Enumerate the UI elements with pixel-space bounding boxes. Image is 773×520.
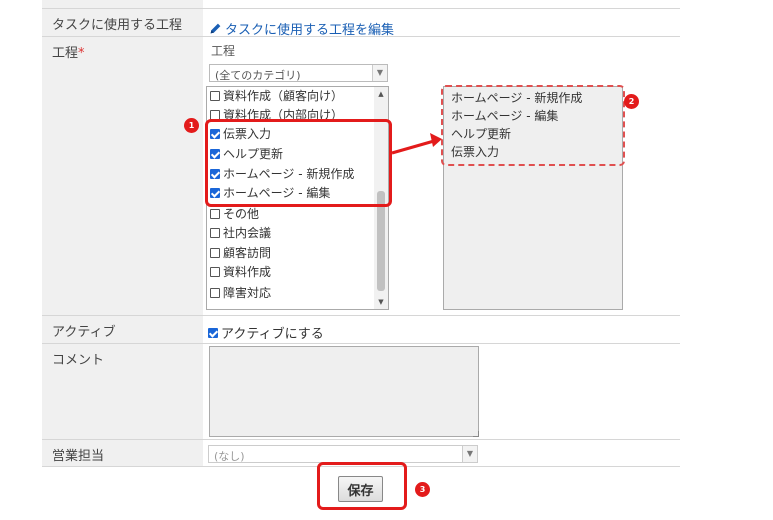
checkbox[interactable]	[210, 266, 220, 277]
active-value: アクティブにする	[203, 316, 680, 343]
process-list-scrollbar[interactable]: ▲ ▼	[374, 87, 388, 309]
task-process-row: タスクに使用する工程 タスクに使用する工程を編集	[42, 9, 680, 38]
process-sub-label: 工程	[211, 44, 236, 58]
process-list[interactable]: 資料作成（顧客向け） 資料作成（内部向け） 伝票入力 ヘルプ更新 ホームページ …	[206, 86, 389, 310]
checkbox[interactable]	[210, 168, 220, 179]
label-cell	[42, 0, 203, 8]
scrollbar-thumb[interactable]	[377, 191, 385, 291]
task-process-value: タスクに使用する工程を編集	[203, 9, 680, 38]
checkbox[interactable]	[210, 90, 220, 101]
task-process-label: タスクに使用する工程	[42, 9, 203, 36]
chevron-down-icon: ▼	[462, 446, 477, 462]
step-badge-2: 2	[624, 94, 639, 109]
checkbox[interactable]	[210, 109, 220, 120]
process-item[interactable]: 障害対応	[210, 284, 271, 301]
category-select-value: (全てのカテゴリ)	[215, 69, 301, 82]
top-row-fragment	[42, 0, 680, 9]
sales-select-value: (なし)	[214, 450, 245, 463]
checkbox[interactable]	[210, 208, 220, 219]
process-item[interactable]: ホームページ - 新規作成	[210, 165, 354, 182]
scroll-down-icon[interactable]: ▼	[374, 295, 388, 309]
process-item-label: 資料作成	[223, 265, 272, 279]
chevron-down-icon: ▼	[372, 65, 387, 81]
sales-select[interactable]: (なし) ▼	[208, 445, 478, 463]
process-item-label: ヘルプ更新	[223, 147, 284, 161]
edit-link-text: タスクに使用する工程を編集	[225, 23, 395, 38]
process-item[interactable]: 資料作成（内部向け）	[210, 106, 343, 123]
process-item[interactable]: 顧客訪問	[210, 244, 271, 261]
selected-item[interactable]: ホームページ - 編集	[451, 107, 558, 124]
comment-textarea[interactable]	[209, 346, 479, 437]
checkbox[interactable]	[210, 227, 220, 238]
checkbox[interactable]	[210, 128, 220, 139]
active-label: アクティブ	[42, 316, 203, 343]
resize-handle-icon[interactable]	[473, 431, 479, 437]
process-item-label: 社内会議	[223, 226, 272, 240]
comment-label: コメント	[42, 344, 203, 439]
sales-row: 営業担当 (なし) ▼	[42, 440, 680, 467]
checkbox[interactable]	[210, 287, 220, 298]
sales-label: 営業担当	[42, 440, 203, 466]
edit-task-process-link[interactable]: タスクに使用する工程を編集	[209, 19, 394, 38]
process-item[interactable]: 伝票入力	[210, 125, 271, 142]
process-item[interactable]: ホームページ - 編集	[210, 184, 330, 201]
active-row: アクティブ アクティブにする	[42, 316, 680, 344]
category-select[interactable]: (全てのカテゴリ) ▼	[209, 64, 388, 82]
process-item[interactable]: ヘルプ更新	[210, 145, 283, 162]
active-checkbox-label: アクティブにする	[221, 327, 324, 342]
process-label-text: 工程	[52, 46, 79, 61]
process-item[interactable]: 資料作成（顧客向け）	[210, 87, 343, 104]
process-item[interactable]: その他	[210, 205, 259, 222]
checkbox[interactable]	[210, 148, 220, 159]
sales-value: (なし) ▼	[203, 440, 680, 466]
step-badge-1: 1	[184, 118, 199, 133]
process-item[interactable]: 資料作成	[210, 263, 271, 280]
process-item-label: 伝票入力	[223, 127, 272, 141]
active-checkbox-box[interactable]	[208, 327, 218, 338]
step-badge-3: 3	[415, 482, 430, 497]
process-item-label: 障害対応	[223, 286, 272, 300]
selected-process-list[interactable]: ホームページ - 新規作成 ホームページ - 編集 ヘルプ更新 伝票入力	[443, 86, 623, 310]
process-item[interactable]: 社内会議	[210, 224, 271, 241]
checkbox[interactable]	[210, 187, 220, 198]
selected-item[interactable]: 伝票入力	[451, 143, 499, 160]
process-item-label: ホームページ - 新規作成	[223, 167, 355, 181]
checkbox[interactable]	[210, 247, 220, 258]
process-item-label: 資料作成（顧客向け）	[223, 89, 344, 103]
selected-item[interactable]: ホームページ - 新規作成	[451, 89, 582, 106]
process-item-label: 資料作成（内部向け）	[223, 108, 344, 122]
process-item-label: 顧客訪問	[223, 246, 272, 260]
value-cell	[203, 0, 680, 8]
comment-row: コメント	[42, 344, 680, 440]
comment-value	[203, 344, 680, 439]
active-checkbox[interactable]: アクティブにする	[208, 323, 324, 342]
process-item-label: ホームページ - 編集	[223, 186, 331, 200]
required-mark: *	[78, 46, 85, 61]
process-label: 工程*	[42, 37, 203, 315]
selected-item[interactable]: ヘルプ更新	[451, 125, 511, 142]
scroll-up-icon[interactable]: ▲	[374, 87, 388, 101]
pencil-icon	[210, 23, 221, 34]
save-button[interactable]: 保存	[338, 476, 383, 502]
process-item-label: その他	[223, 207, 260, 221]
